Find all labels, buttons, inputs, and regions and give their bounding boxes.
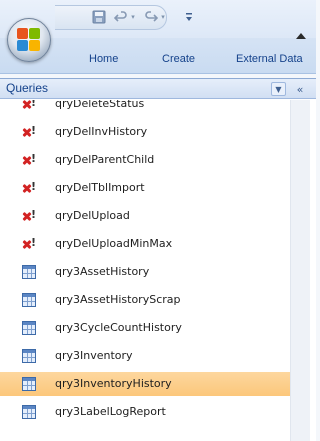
list-item[interactable]: ! qryDelUploadMinMax xyxy=(0,232,290,256)
list-item[interactable]: ! qryDelTblImport xyxy=(0,176,290,200)
list-item[interactable]: qry3Inventory xyxy=(0,344,290,368)
delete-query-icon: ! xyxy=(22,100,36,111)
quick-access-toolbar: ▾ ▾ xyxy=(55,2,205,32)
ribbon: ▾ ▾ Home Create External Data xyxy=(0,0,316,74)
redo-icon[interactable] xyxy=(143,8,159,26)
list-item-label: qryDelTblImport xyxy=(55,181,145,194)
list-item-label: qry3AssetHistory xyxy=(55,265,150,278)
customize-dropdown-icon[interactable] xyxy=(183,8,195,26)
tab-external-data[interactable]: External Data xyxy=(236,53,303,65)
select-query-icon xyxy=(22,265,36,279)
delete-query-icon: ! xyxy=(22,124,36,139)
list-item-label: qryDelUploadMinMax xyxy=(55,237,173,250)
list-item[interactable]: ! qryDeleteStatus xyxy=(0,100,290,116)
undo-icon[interactable] xyxy=(113,8,129,26)
select-query-icon xyxy=(22,349,36,363)
list-item[interactable]: qry3AssetHistory xyxy=(0,260,290,284)
vertical-scrollbar[interactable] xyxy=(290,100,310,441)
delete-query-icon: ! xyxy=(22,152,36,167)
list-item[interactable]: qry3InventoryHistory xyxy=(0,372,290,396)
list-item-label: qry3AssetHistoryScrap xyxy=(55,293,181,306)
office-logo-icon xyxy=(17,28,41,52)
list-item-label: qry3Inventory xyxy=(55,349,133,362)
list-item-label: qry3LabelLogReport xyxy=(55,405,166,418)
delete-query-icon: ! xyxy=(22,180,36,195)
navigation-pane: Queries ▼ « ! qryDeleteStatus! qryDelInvHi… xyxy=(0,78,316,441)
ribbon-tabs: Home Create External Data xyxy=(0,50,316,74)
delete-query-icon: ! xyxy=(22,236,36,251)
collapse-pane-icon[interactable]: « xyxy=(292,81,308,97)
scroll-up-arrow-icon[interactable] xyxy=(296,33,306,39)
list-item[interactable]: ! qryDelUpload xyxy=(0,204,290,228)
list-item-label: qry3InventoryHistory xyxy=(55,377,172,390)
query-list: ! qryDeleteStatus! qryDelInvHistory! qryDel… xyxy=(0,100,290,441)
nav-pane-header[interactable]: Queries ▼ « xyxy=(0,79,316,99)
redo-dropdown-icon[interactable]: ▾ xyxy=(159,8,167,26)
list-item-label: qryDelInvHistory xyxy=(55,125,148,138)
save-icon[interactable] xyxy=(91,8,107,26)
list-item-label: qryDeleteStatus xyxy=(55,100,145,110)
select-query-icon xyxy=(22,377,36,391)
list-item-label: qry3CycleCountHistory xyxy=(55,321,182,334)
nav-pane-title: Queries xyxy=(6,81,49,95)
delete-query-icon: ! xyxy=(22,208,36,223)
list-item[interactable]: qry3CycleCountHistory xyxy=(0,316,290,340)
list-item[interactable]: ! qryDelInvHistory xyxy=(0,120,290,144)
tab-home[interactable]: Home xyxy=(89,53,118,65)
tab-create[interactable]: Create xyxy=(162,53,195,65)
list-item-label: qryDelParentChild xyxy=(55,153,155,166)
list-item-label: qryDelUpload xyxy=(55,209,130,222)
select-query-icon xyxy=(22,321,36,335)
chevron-down-icon[interactable]: ▼ xyxy=(271,82,286,96)
select-query-icon xyxy=(22,293,36,307)
list-item[interactable]: qry3LabelLogReport xyxy=(0,400,290,424)
select-query-icon xyxy=(22,405,36,419)
list-item[interactable]: qry3AssetHistoryScrap xyxy=(0,288,290,312)
list-item[interactable]: ! qryDelParentChild xyxy=(0,148,290,172)
undo-dropdown-icon[interactable]: ▾ xyxy=(129,8,137,26)
